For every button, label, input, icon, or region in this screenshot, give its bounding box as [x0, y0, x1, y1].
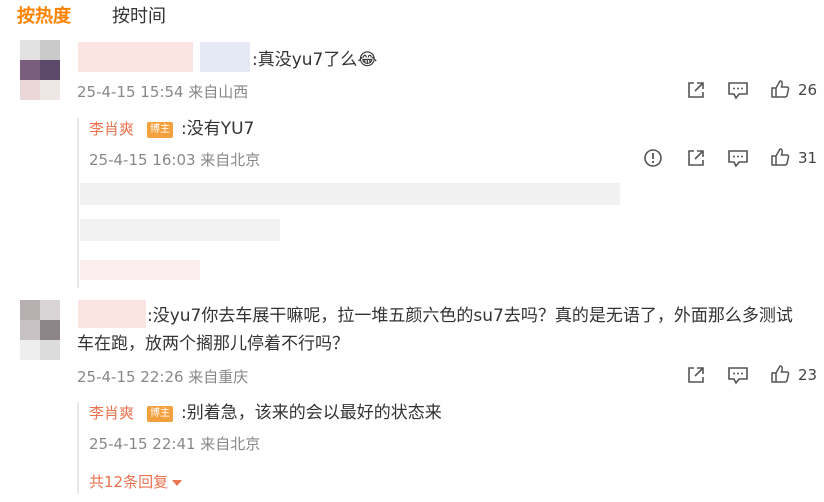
reply-meta: 25-4-15 16:03 来自北京	[89, 151, 261, 169]
reply-text: :没有YU7	[181, 119, 255, 139]
username-redacted-2	[200, 42, 250, 72]
blogger-badge: 博主	[147, 122, 173, 138]
like-icon[interactable]	[770, 147, 790, 167]
like-icon[interactable]	[770, 79, 790, 99]
avatar[interactable]	[20, 40, 60, 100]
comment-meta: 25-4-15 22:26 来自重庆	[77, 368, 249, 386]
comment-meta: 25-4-15 15:54 来自山西	[77, 83, 249, 101]
avatar[interactable]	[20, 300, 60, 360]
share-icon[interactable]	[686, 80, 706, 100]
reply-meta: 25-4-15 22:41 来自北京	[89, 435, 261, 453]
share-icon[interactable]	[686, 148, 706, 168]
like-icon[interactable]	[770, 364, 790, 384]
reply-divider	[77, 402, 79, 494]
comment-text-line2: 车在跑，放两个搁那儿停着不行吗？	[77, 334, 349, 354]
like-count: 26	[798, 81, 818, 99]
comment-text: :没yu7你去车展干嘛呢，拉一堆五颜六色的su7去吗？真的是无语了，外面那么多测…	[147, 306, 793, 326]
comment-icon[interactable]	[727, 148, 749, 168]
username-redacted[interactable]	[78, 42, 193, 72]
reply-text: :别着急，该来的会以最好的状态来	[181, 403, 442, 423]
reply-divider	[77, 118, 79, 288]
redacted-reply	[80, 183, 620, 205]
redacted-reply	[80, 260, 200, 280]
share-icon[interactable]	[686, 365, 706, 385]
reply-author[interactable]: 李肖爽	[89, 118, 134, 139]
like-count: 31	[798, 149, 818, 167]
caret-down-icon	[172, 479, 183, 486]
laugh-cry-icon: 😂	[357, 50, 378, 70]
like-count: 23	[798, 366, 818, 384]
comment-icon[interactable]	[727, 80, 749, 100]
redacted-reply	[80, 219, 280, 241]
username-redacted[interactable]	[78, 300, 146, 328]
reply-author[interactable]: 李肖爽	[89, 402, 134, 423]
report-icon[interactable]	[643, 148, 663, 168]
blogger-badge: 博主	[147, 406, 173, 422]
comment-icon[interactable]	[727, 365, 749, 385]
tab-hot[interactable]: 按热度	[17, 2, 71, 28]
more-replies-link[interactable]: 共12条回复	[89, 471, 183, 492]
tab-time[interactable]: 按时间	[112, 2, 166, 28]
comment-text: :真没yu7了么😂	[252, 50, 378, 70]
